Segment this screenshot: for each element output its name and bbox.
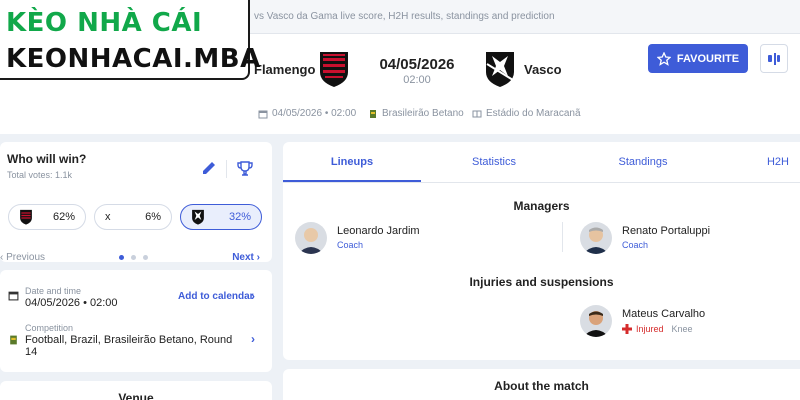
avatar[interactable] xyxy=(295,222,327,254)
person-icon xyxy=(583,227,609,254)
venue-card: Venue xyxy=(0,381,272,400)
watermark-line2: KEONHACAI.MBA xyxy=(6,44,261,74)
home-manager-name[interactable]: Leonardo Jardim xyxy=(337,225,420,237)
who-will-win-card: Who will win? Total votes: 1.1k 62% x 6%… xyxy=(0,142,272,263)
vote-draw-label: x xyxy=(105,211,111,223)
tab-lineups[interactable]: Lineups xyxy=(283,142,421,182)
who-will-win-title: Who will win? xyxy=(7,152,87,166)
calendar-icon xyxy=(8,291,19,301)
tab-standings[interactable]: Standings xyxy=(573,142,713,182)
home-manager-role: Coach xyxy=(337,240,364,250)
injury-type: Knee xyxy=(671,324,693,334)
total-votes: Total votes: 1.1k xyxy=(7,170,73,180)
pager-dot-1[interactable] xyxy=(119,255,124,260)
match-date: 04/05/2026 xyxy=(379,56,455,73)
breadcrumb[interactable]: vs Vasco da Gama live score, H2H results… xyxy=(254,11,555,22)
tab-h2h[interactable]: H2H xyxy=(748,142,800,182)
vote-draw-pct: 6% xyxy=(145,211,161,223)
injury-status: Injured Knee xyxy=(622,324,693,334)
date-time-label: Date and time xyxy=(25,286,82,296)
match-time: 02:00 xyxy=(403,74,431,86)
pencil-icon[interactable] xyxy=(200,160,218,178)
vote-home-button[interactable]: 62% xyxy=(8,204,86,230)
vasco-crest-icon xyxy=(192,209,204,225)
previous-label: Previous xyxy=(6,252,46,263)
options-button[interactable] xyxy=(760,44,788,73)
divider xyxy=(226,160,227,178)
venue-title: Venue xyxy=(118,391,154,400)
match-details-card: Date and time 04/05/2026 • 02:00 Add to … xyxy=(0,270,272,372)
away-team-name[interactable]: Vasco xyxy=(524,62,562,77)
divider xyxy=(562,222,563,252)
vote-away-button[interactable]: 32% xyxy=(180,204,262,230)
meta-datetime-text: 04/05/2026 • 02:00 xyxy=(272,108,357,119)
flamengo-crest-icon xyxy=(20,209,32,225)
chevron-right-icon[interactable]: › xyxy=(251,332,255,346)
injured-player-name[interactable]: Mateus Carvalho xyxy=(622,308,705,320)
competition-value: Football, Brazil, Brasileirão Betano, Ro… xyxy=(25,334,233,346)
person-icon xyxy=(583,311,609,337)
injury-status-label: Injured xyxy=(636,324,664,334)
previous-button[interactable]: ‹ Previous xyxy=(0,252,45,263)
vote-draw-button[interactable]: x 6% xyxy=(94,204,172,230)
about-card: About the match xyxy=(283,369,800,400)
avatar[interactable] xyxy=(580,222,612,254)
options-icon xyxy=(768,52,780,65)
divider xyxy=(283,182,800,183)
competition-value-round: 14 xyxy=(25,346,38,358)
medical-cross-icon xyxy=(622,324,632,334)
avatar[interactable] xyxy=(580,305,612,337)
person-icon xyxy=(298,228,324,254)
favourite-button[interactable]: FAVOURITE xyxy=(648,44,748,73)
meta-competition-text: Brasileirão Betano xyxy=(382,108,464,119)
meta-datetime: 04/05/2026 • 02:00 xyxy=(258,108,356,119)
stadium-icon xyxy=(472,110,482,117)
vote-home-pct: 62% xyxy=(52,211,75,223)
chevron-right-icon[interactable]: › xyxy=(251,289,255,303)
vasco-crest-icon[interactable] xyxy=(484,50,516,88)
competition-label: Competition xyxy=(25,323,74,333)
pager-dot-2[interactable] xyxy=(131,255,136,260)
away-manager-name[interactable]: Renato Portaluppi xyxy=(622,225,710,237)
vote-away-pct: 32% xyxy=(228,211,251,223)
lineups-panel: Lineups Statistics Standings H2H Manager… xyxy=(283,142,800,360)
watermark-line1: KÈO NHÀ CÁI xyxy=(6,8,203,38)
managers-title: Managers xyxy=(513,199,570,213)
league-icon xyxy=(10,335,17,345)
flamengo-crest-icon[interactable] xyxy=(318,50,350,88)
away-manager-role: Coach xyxy=(622,240,649,250)
add-to-calendar-link[interactable]: Add to calendar xyxy=(178,291,254,302)
star-icon xyxy=(656,51,671,66)
meta-stadium-text: Estádio do Maracanã xyxy=(486,108,581,119)
trophy-icon[interactable] xyxy=(236,160,254,178)
home-team-name[interactable]: Flamengo xyxy=(254,62,315,77)
tab-statistics[interactable]: Statistics xyxy=(428,142,560,182)
calendar-icon xyxy=(258,110,268,118)
next-label: Next xyxy=(232,252,254,263)
date-time-value: 04/05/2026 • 02:00 xyxy=(25,297,118,309)
meta-stadium[interactable]: Estádio do Maracanã xyxy=(472,108,581,119)
meta-competition[interactable]: Brasileirão Betano xyxy=(368,108,464,119)
next-button[interactable]: Next › xyxy=(232,252,260,263)
watermark-logo: KÈO NHÀ CÁI KEONHACAI.MBA xyxy=(0,0,260,80)
pager-dot-3[interactable] xyxy=(143,255,148,260)
about-title: About the match xyxy=(494,379,589,393)
injuries-title: Injuries and suspensions xyxy=(469,275,614,289)
league-icon xyxy=(370,109,376,118)
favourite-label: FAVOURITE xyxy=(676,52,740,65)
